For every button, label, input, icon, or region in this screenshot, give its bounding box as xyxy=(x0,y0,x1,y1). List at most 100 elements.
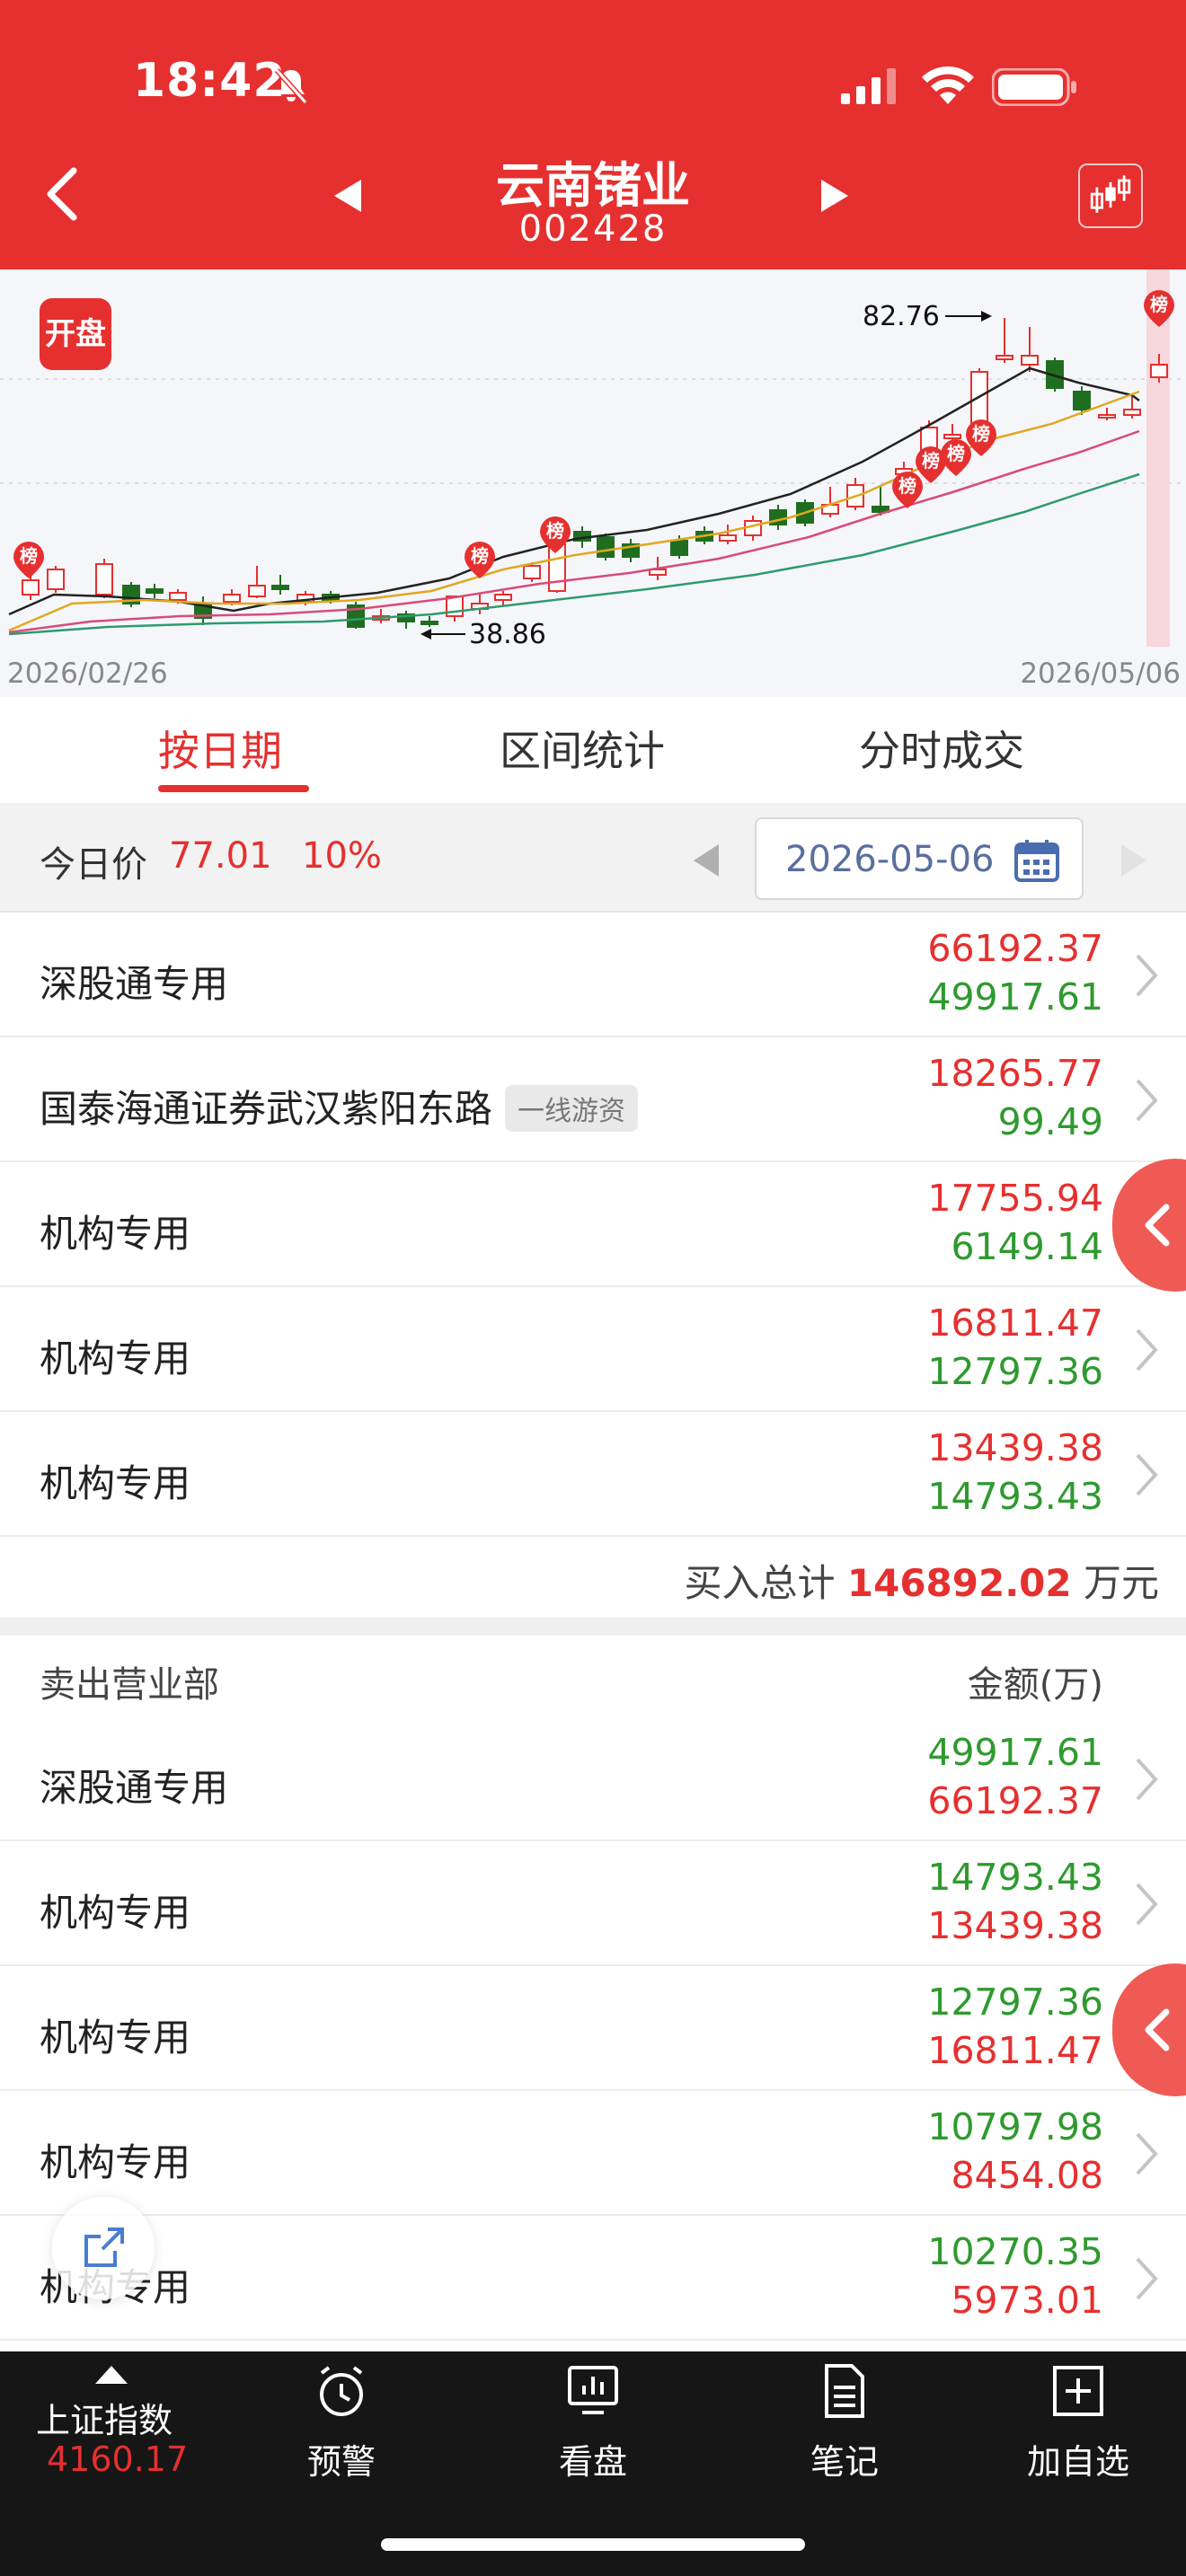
today-price-label: 今日价 xyxy=(40,844,147,886)
date-picker[interactable]: 2026-05-06 xyxy=(755,817,1084,900)
sell-amount: 99.49 xyxy=(997,1100,1103,1143)
buy-total-label: 买入总计 xyxy=(684,1561,836,1605)
nav-market-label: 看盘 xyxy=(558,2442,627,2482)
sell-row[interactable]: 机构专用 12797.36 16811.47 xyxy=(0,1966,1186,2091)
buy-amount: 17755.94 xyxy=(927,1177,1103,1220)
candle-body xyxy=(146,588,164,594)
broker-name: 国泰海通证券武汉紫阳东路 xyxy=(40,1087,493,1131)
list-marker-label: 榜 xyxy=(947,443,965,464)
sell-amount: 12797.36 xyxy=(927,1350,1103,1393)
sell-amount: 6149.14 xyxy=(951,1225,1103,1268)
open-badge[interactable]: 开盘 xyxy=(40,298,111,370)
chevron-left-icon xyxy=(1145,2008,1170,2051)
previous-date-icon[interactable] xyxy=(690,842,722,878)
high-price-label: 82.76 xyxy=(863,301,940,332)
buy-total: 买入总计 146892.02 万元 xyxy=(685,1553,1160,1608)
silent-bell-icon xyxy=(274,68,308,104)
buy-row[interactable]: 深股通专用 66192.37 49917.61 xyxy=(0,913,1186,1037)
candle-body xyxy=(719,534,737,542)
candle-body xyxy=(943,434,961,439)
expand-up-icon[interactable] xyxy=(93,2364,129,2386)
active-tab-indicator xyxy=(158,785,309,792)
candle-body xyxy=(248,585,266,597)
sell-amount: 14793.43 xyxy=(927,1856,1103,1899)
note-icon xyxy=(825,2364,864,2418)
sell-row[interactable]: 机构专用 10270.35 5973.01 xyxy=(0,2216,1186,2341)
chevron-right-icon xyxy=(1136,1328,1158,1372)
list-marker-label: 榜 xyxy=(471,545,489,567)
kline-svg: 榜榜榜榜榜 榜榜榜82.7638.86 xyxy=(0,269,1186,650)
broker-name: 机构专用 xyxy=(40,2140,191,2184)
chevron-right-icon xyxy=(1136,1453,1158,1496)
low-price-label: 38.86 xyxy=(469,619,546,650)
candle-body xyxy=(494,594,512,601)
nav-alert-label: 预警 xyxy=(306,2442,376,2482)
sell-section-header: 卖出营业部 金额(万) xyxy=(0,1636,1186,1716)
index-name[interactable]: 上证指数 xyxy=(36,2393,173,2442)
buy-amount: 66192.37 xyxy=(927,927,1103,970)
calendar-icon xyxy=(1014,840,1059,882)
nav-add-watchlist-label: 加自选 xyxy=(1026,2442,1129,2482)
tab-by-date[interactable]: 按日期 xyxy=(158,719,282,778)
sell-amount: 49917.61 xyxy=(927,975,1103,1019)
list-marker-label: 榜 xyxy=(922,450,940,472)
buy-row[interactable]: 国泰海通证券武汉紫阳东路 一线游资 18265.77 99.49 xyxy=(0,1037,1186,1162)
candle-body xyxy=(597,536,615,558)
broker-name: 深股通专用 xyxy=(40,1766,229,1810)
status-time: 18:42 xyxy=(133,54,287,108)
list-marker-label: 榜 xyxy=(546,520,564,542)
next-date-icon[interactable] xyxy=(1118,842,1150,878)
sell-row[interactable]: 深股通专用 49917.61 66192.37 xyxy=(0,1716,1186,1841)
list-marker-label: 榜 xyxy=(1150,294,1168,315)
buy-total-row: 买入总计 146892.02 万元 xyxy=(0,1539,1186,1618)
candle-body xyxy=(420,621,438,625)
sell-amount: 49917.61 xyxy=(927,1731,1103,1774)
wifi-icon xyxy=(922,66,974,104)
section-divider xyxy=(0,1618,1186,1636)
amount-unit-label: 金额(万) xyxy=(967,1664,1103,1706)
home-indicator[interactable] xyxy=(381,2538,805,2551)
sell-amount: 10797.98 xyxy=(927,2105,1103,2148)
broker-name: 机构专用 xyxy=(40,1212,191,1256)
sell-row[interactable]: 机构专用 14793.43 13439.38 xyxy=(0,1841,1186,1966)
candle-body xyxy=(523,565,541,579)
battery-icon xyxy=(992,68,1076,106)
buy-total-unit: 万元 xyxy=(1083,1561,1159,1605)
kline-chart[interactable]: 榜榜榜榜榜榜榜榜 82.76 38.86 xyxy=(0,269,1186,697)
candle-body xyxy=(223,594,241,603)
floating-share-button[interactable] xyxy=(52,2197,155,2299)
broker-name: 深股通专用 xyxy=(40,962,229,1006)
buy-row[interactable]: 机构专用 16811.47 12797.36 xyxy=(0,1287,1186,1412)
sell-section-title: 卖出营业部 xyxy=(40,1664,219,1706)
sell-amount: 12797.36 xyxy=(927,1981,1103,2024)
candle-body xyxy=(1098,414,1116,419)
high-arrow-head xyxy=(981,311,992,322)
buy-amount: 13439.38 xyxy=(927,1426,1103,1469)
chart-start-date: 2026/02/26 xyxy=(7,657,168,690)
stock-name: 云南锗业 xyxy=(496,157,690,214)
sell-amount: 10270.35 xyxy=(927,2230,1103,2273)
broker-name: 机构专用 xyxy=(40,2016,191,2060)
broker-name: 机构专用 xyxy=(40,1461,191,1505)
buy-total-value: 146892.02 xyxy=(846,1561,1072,1605)
candle-body xyxy=(1123,409,1141,416)
candle-body xyxy=(271,585,289,590)
buy-amount: 18265.77 xyxy=(927,1052,1103,1095)
candle-body xyxy=(95,563,113,595)
next-stock-icon[interactable] xyxy=(814,176,854,216)
tab-tick-trades[interactable]: 分时成交 xyxy=(859,719,1024,778)
buy-amount: 8454.08 xyxy=(951,2154,1103,2197)
buy-row[interactable]: 机构专用 17755.94 6149.14 xyxy=(0,1162,1186,1287)
tab-range-stats[interactable]: 区间统计 xyxy=(500,719,665,778)
buy-amount: 66192.37 xyxy=(927,1779,1103,1822)
candle-body xyxy=(47,569,65,590)
chart-end-date: 2026/05/06 xyxy=(1020,657,1181,690)
candle-body xyxy=(670,540,688,556)
sell-row[interactable]: 机构专用 10797.98 8454.08 xyxy=(0,2091,1186,2216)
chevron-right-icon xyxy=(1136,2132,1158,2175)
buy-row[interactable]: 机构专用 13439.38 14793.43 xyxy=(0,1412,1186,1537)
add-square-icon xyxy=(1053,2366,1103,2416)
kline-chart-button[interactable] xyxy=(1078,163,1143,228)
app-header: 18:42 云南锗业 002428 xyxy=(0,0,1186,269)
list-marker-label: 榜 xyxy=(972,423,990,445)
